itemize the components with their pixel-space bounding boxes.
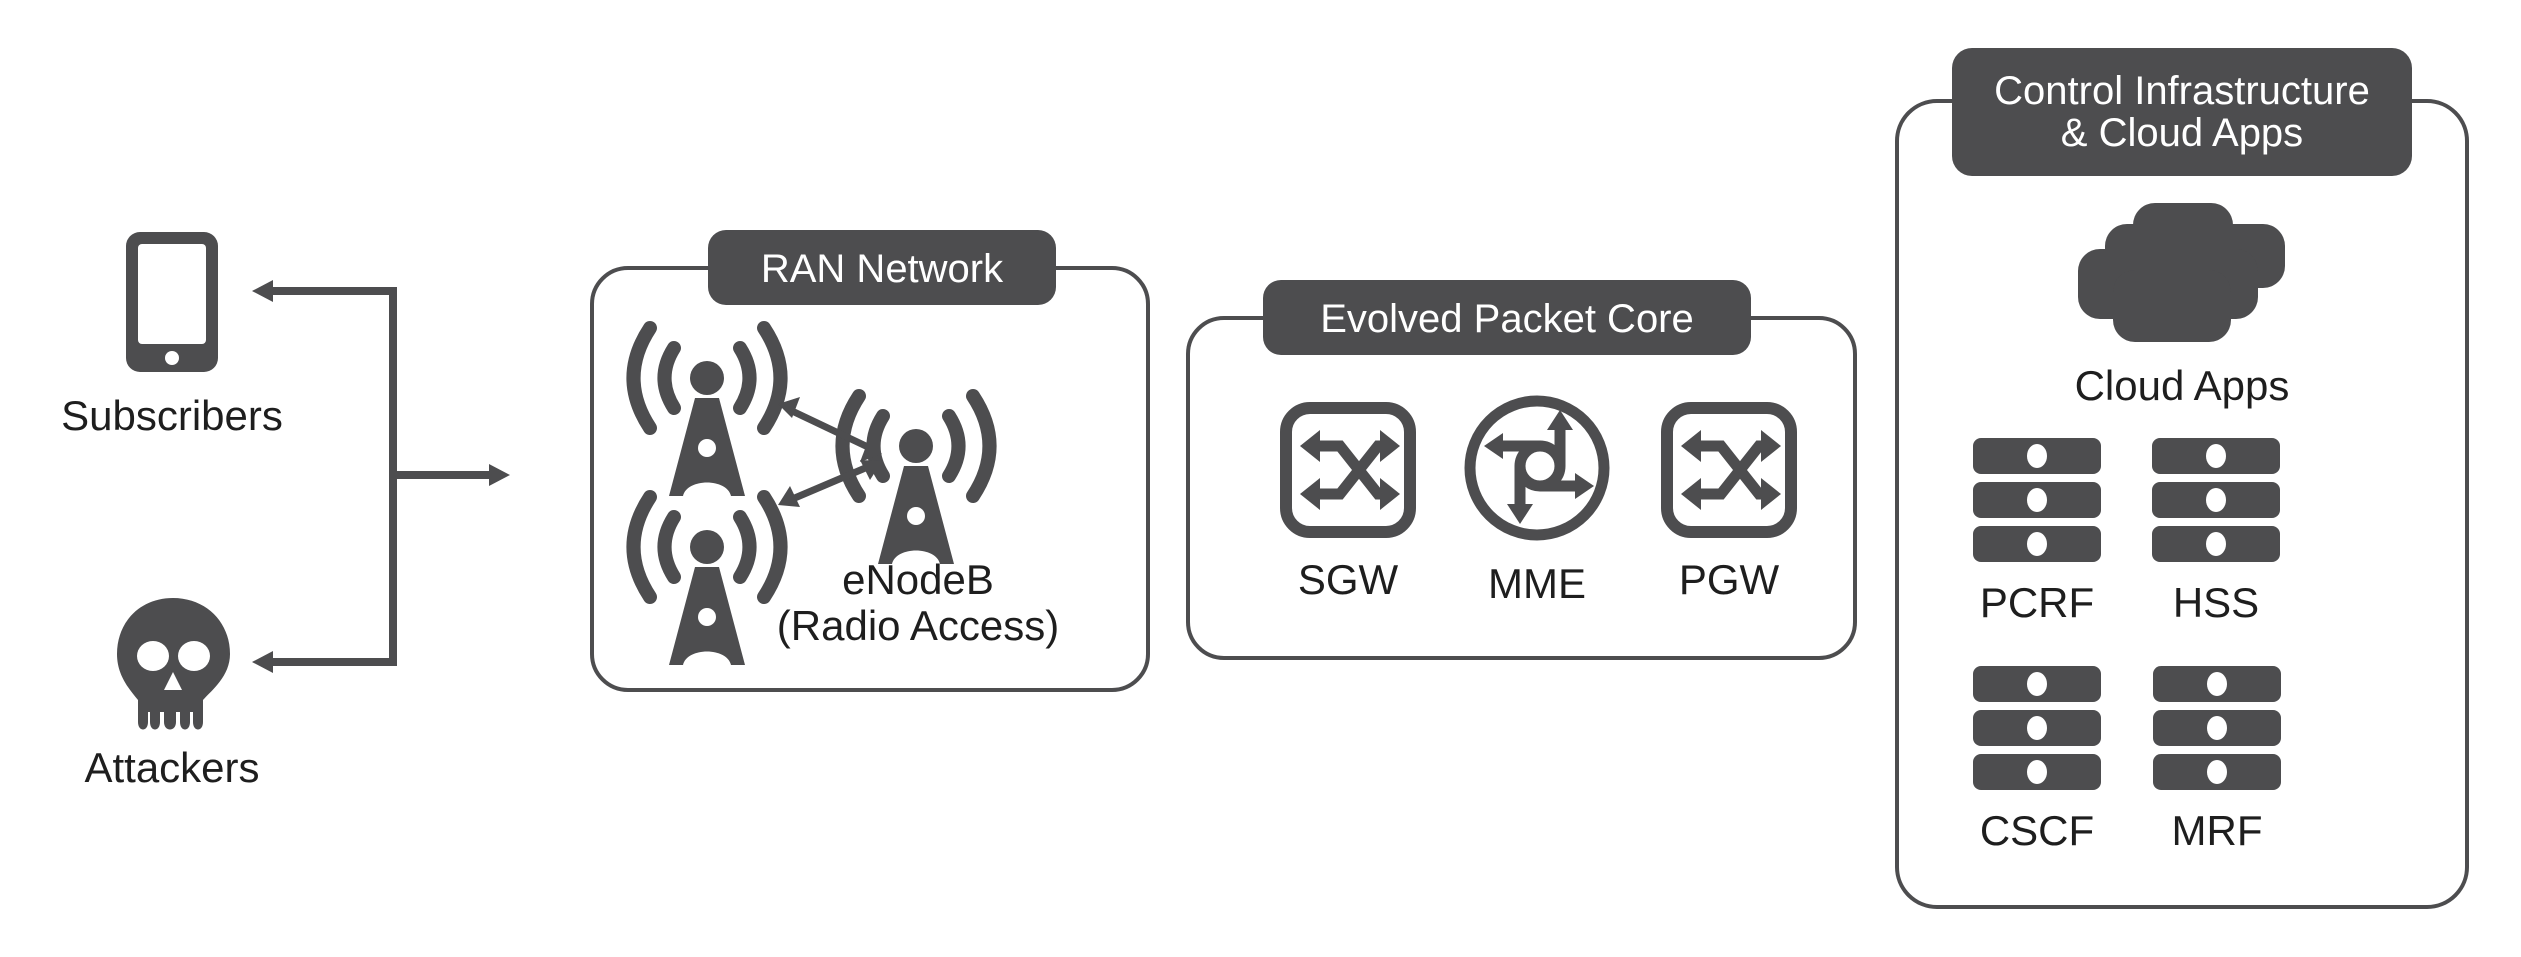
- mrf-node: MRF: [2153, 666, 2281, 854]
- pcrf-node: PCRF: [1973, 438, 2101, 626]
- router-icon: [1464, 395, 1610, 541]
- ran-network-title: RAN Network: [761, 247, 1004, 291]
- pcrf-label: PCRF: [1980, 579, 2094, 626]
- cell-tower-icon: [843, 396, 990, 564]
- epc-title: Evolved Packet Core: [1320, 297, 1694, 341]
- control-infra-title-line1: Control Infrastructure: [1994, 69, 2370, 113]
- pgw-label: PGW: [1679, 556, 1780, 603]
- switch-icon: [1667, 408, 1791, 532]
- control-infra-group: Control Infrastructure & Cloud Apps Clou…: [1895, 48, 2469, 909]
- enodeb-label: eNodeB: [842, 556, 994, 603]
- sgw-node: SGW: [1286, 408, 1410, 603]
- arrow-to-subscribers: [252, 280, 273, 302]
- epc-group: Evolved Packet Core SGW MME PGW: [1186, 280, 1857, 660]
- subscribers-label: Subscribers: [61, 392, 283, 439]
- radio-access-label: (Radio Access): [777, 602, 1059, 649]
- pgw-node: PGW: [1667, 408, 1791, 603]
- cloud-apps-label: Cloud Apps: [2075, 362, 2290, 409]
- mme-node: MME: [1464, 395, 1610, 607]
- hss-node: HSS: [2152, 438, 2280, 626]
- arrow-to-attackers: [252, 651, 273, 673]
- cscf-node: CSCF: [1973, 666, 2101, 854]
- link-arrows: [778, 397, 882, 507]
- skull-icon: [117, 598, 230, 730]
- cloud-icon: [2078, 203, 2285, 342]
- server-stack-icon: [2153, 666, 2281, 790]
- ran-network-group: RAN Network eNodeB (Radio Access): [590, 230, 1150, 692]
- cell-tower-icon: [634, 328, 781, 496]
- control-infra-title-line2: & Cloud Apps: [2061, 111, 2303, 155]
- switch-icon: [1286, 408, 1410, 532]
- cscf-label: CSCF: [1980, 807, 2094, 854]
- hss-label: HSS: [2173, 579, 2259, 626]
- actor-connector: [252, 280, 510, 673]
- mrf-label: MRF: [2172, 807, 2263, 854]
- server-stack-icon: [1973, 666, 2101, 790]
- sgw-label: SGW: [1298, 556, 1399, 603]
- mme-label: MME: [1488, 560, 1586, 607]
- attackers-label: Attackers: [84, 744, 259, 791]
- server-stack-icon: [1973, 438, 2101, 562]
- subscribers-actor: Subscribers: [61, 232, 283, 439]
- cell-tower-icon: [634, 497, 781, 665]
- network-diagram: Subscribers Attackers RAN Network eNodeB…: [61, 48, 2469, 909]
- smartphone-icon: [126, 232, 218, 372]
- server-stack-icon: [2152, 438, 2280, 562]
- arrow-to-ran: [489, 464, 510, 486]
- cloud-apps-node: Cloud Apps: [2075, 203, 2290, 409]
- attackers-actor: Attackers: [84, 598, 260, 791]
